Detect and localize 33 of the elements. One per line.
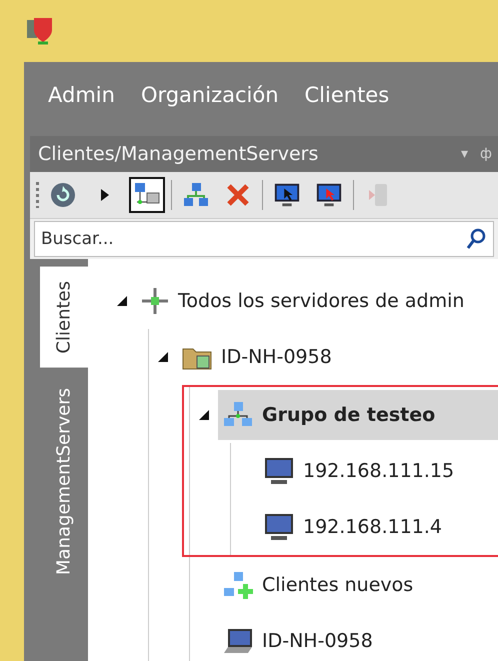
search-icon [466,228,486,250]
laptop-icon [222,626,254,656]
tree-item[interactable]: Grupo de testeo [218,390,498,440]
menu-item[interactable]: Clientes [304,83,390,107]
toolbar-grip [36,182,39,208]
side-tab[interactable]: ManagementServers [40,374,88,589]
expanded-triangle-icon[interactable] [116,295,128,307]
monitor-icon [263,456,295,486]
expanded-triangle-icon[interactable] [198,409,210,421]
network-add-icon [222,570,254,600]
shield-logo-icon [26,16,54,46]
play-icon [99,187,111,203]
monitor-icon [263,512,295,542]
network-node-icon [140,286,170,316]
tree-item[interactable]: ID-NH-0958 [177,332,498,382]
menu-item[interactable]: Admin [48,83,115,107]
expanded-triangle-icon[interactable] [157,351,169,363]
search-field[interactable]: Buscar... [34,221,494,257]
tree-item[interactable]: 192.168.111.4 [259,502,498,552]
menu-item[interactable]: Organización [140,83,279,107]
phone-icon [367,181,389,209]
tree-item[interactable]: ID-NH-0958 [218,616,498,661]
tree-item[interactable]: 192.168.111.15 [259,446,498,496]
network-group-icon [182,181,210,209]
delete-icon [225,182,251,208]
side-tab[interactable]: Clientes [40,267,88,368]
refresh-icon [49,181,77,209]
tree-item[interactable]: Clientes nuevos [218,560,498,610]
monitor-cursor-icon [315,181,343,209]
toolbar-button[interactable] [129,177,165,213]
panel-title: Clientes/ManagementServers [38,143,320,165]
tree-item[interactable]: Todos los servidores de admin [136,276,498,326]
monitor-cursor-icon [273,181,301,209]
